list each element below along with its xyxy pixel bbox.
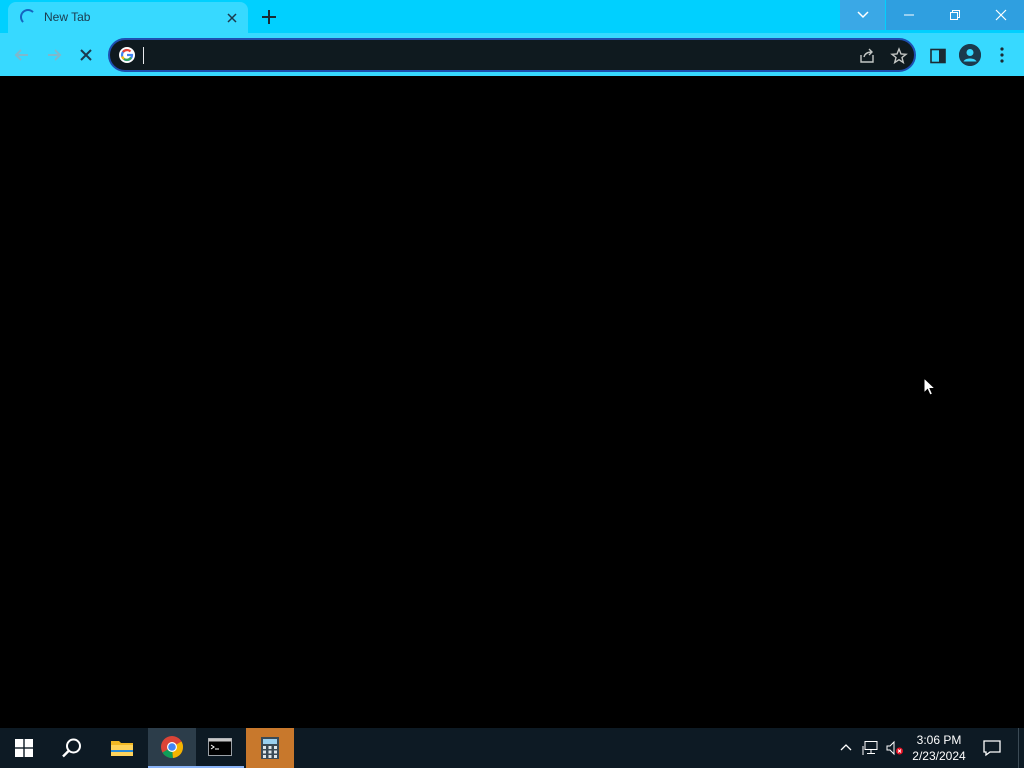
system-clock[interactable]: 3:06 PM 2/23/2024 xyxy=(904,732,974,764)
close-icon[interactable] xyxy=(224,10,240,26)
browser-tab-strip: New Tab xyxy=(0,0,1024,33)
restore-icon xyxy=(950,10,960,20)
network-icon[interactable] xyxy=(862,740,880,756)
google-icon xyxy=(119,47,135,63)
kebab-menu-icon[interactable] xyxy=(996,45,1008,65)
taskbar: 3:06 PM 2/23/2024 xyxy=(0,728,1024,768)
taskbar-file-explorer[interactable] xyxy=(98,728,146,768)
mouse-cursor-icon xyxy=(923,376,937,397)
calculator-icon xyxy=(261,737,279,759)
profile-icon[interactable] xyxy=(959,44,981,66)
chrome-icon xyxy=(161,736,184,759)
taskbar-chrome[interactable] xyxy=(148,728,196,768)
chevron-up-icon[interactable] xyxy=(838,740,854,756)
address-bar[interactable] xyxy=(108,38,916,72)
stop-loading-button[interactable] xyxy=(75,44,97,66)
plus-icon xyxy=(262,10,276,24)
clock-date: 2/23/2024 xyxy=(912,749,966,763)
star-icon[interactable] xyxy=(890,47,908,65)
taskbar-calculator[interactable] xyxy=(246,728,294,768)
loading-spinner-icon xyxy=(20,9,36,25)
taskbar-terminal[interactable] xyxy=(196,728,244,768)
chevron-down-icon xyxy=(856,11,869,19)
volume-muted-icon[interactable] xyxy=(886,740,904,756)
tab-title: New Tab xyxy=(44,10,91,24)
browser-tab[interactable]: New Tab xyxy=(8,2,248,33)
stop-icon xyxy=(80,49,92,61)
browser-toolbar xyxy=(0,33,1024,76)
side-panel-icon[interactable] xyxy=(929,47,947,65)
close-window-icon xyxy=(995,9,1007,21)
share-icon[interactable] xyxy=(858,47,876,65)
back-button[interactable] xyxy=(11,44,33,66)
close-window-button[interactable] xyxy=(978,0,1024,30)
minimize-icon xyxy=(904,14,914,16)
minimize-button[interactable] xyxy=(886,0,932,30)
desktop-screen: New Tab 3:06 PM 2/23/2024 xyxy=(0,0,1024,768)
text-caret xyxy=(143,47,144,64)
tab-search-button[interactable] xyxy=(840,0,885,30)
notification-icon[interactable] xyxy=(982,739,1002,757)
forward-arrow-icon xyxy=(48,49,62,61)
terminal-icon xyxy=(208,738,232,756)
windows-start-icon xyxy=(15,739,33,757)
restore-button[interactable] xyxy=(932,0,978,30)
show-desktop-button[interactable] xyxy=(1018,728,1024,768)
forward-button[interactable] xyxy=(43,44,65,66)
taskbar-search-button[interactable] xyxy=(48,728,96,768)
address-input[interactable] xyxy=(142,45,842,65)
file-explorer-icon xyxy=(111,741,133,756)
back-arrow-icon xyxy=(14,49,28,61)
search-icon xyxy=(62,738,81,758)
start-button[interactable] xyxy=(0,728,48,768)
new-tab-button[interactable] xyxy=(258,6,280,28)
clock-time: 3:06 PM xyxy=(916,733,962,747)
page-content[interactable] xyxy=(0,76,1024,728)
